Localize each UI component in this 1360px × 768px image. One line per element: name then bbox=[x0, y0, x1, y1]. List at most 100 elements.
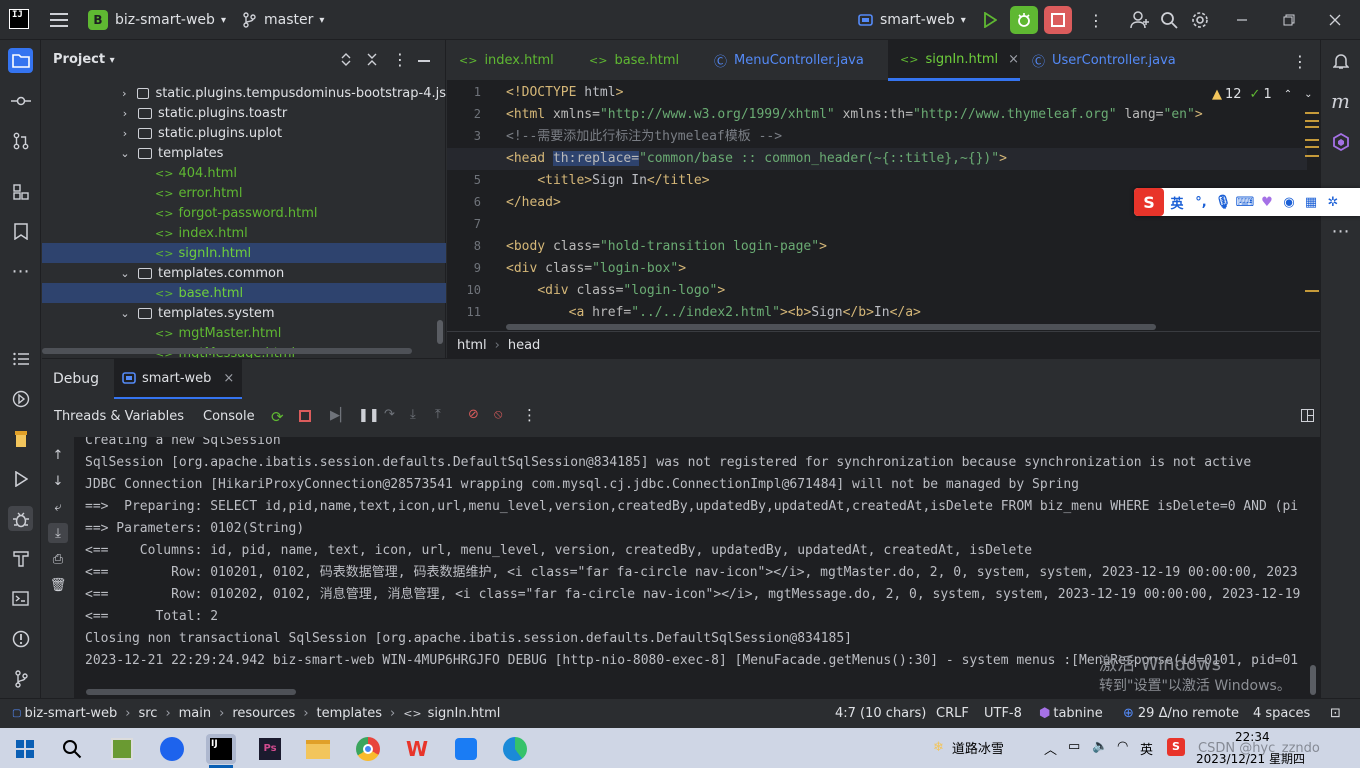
keyboard-icon[interactable]: ⌨ bbox=[1234, 191, 1256, 213]
print-icon[interactable]: ⎙ bbox=[48, 549, 68, 569]
chevron-down-icon[interactable]: ⌄ bbox=[1304, 89, 1312, 100]
settings-button[interactable] bbox=[1191, 0, 1209, 40]
project-panel-header[interactable]: Project ▾ bbox=[53, 52, 115, 67]
scroll-down-icon[interactable]: ↓ bbox=[48, 471, 68, 491]
collapse-all-button[interactable] bbox=[366, 52, 378, 71]
debug-tool-button[interactable] bbox=[8, 506, 33, 531]
code-line[interactable]: <!--需要添加此行标注为thymeleaf模板 --> bbox=[506, 126, 782, 148]
chevron-down-icon[interactable]: ⌄ bbox=[118, 307, 132, 320]
main-menu-button[interactable] bbox=[50, 0, 68, 40]
close-tab-icon[interactable]: × bbox=[1008, 52, 1019, 67]
tree-folder[interactable]: ›static.plugins.tempusdominus-bootstrap-… bbox=[42, 83, 446, 103]
tree-file[interactable]: <>forgot-password.html bbox=[42, 203, 446, 223]
windows-start-button[interactable] bbox=[10, 734, 40, 764]
sogou-tray-icon[interactable]: S bbox=[1167, 738, 1185, 756]
chevron-down-icon[interactable]: ⌄ bbox=[118, 147, 132, 160]
editor-tab[interactable]: <>index.html bbox=[447, 40, 577, 81]
code-line[interactable]: <a href="../../index2.html"><b>Sign</b>I… bbox=[506, 302, 921, 324]
tray-ime-indicator[interactable]: 英 bbox=[1140, 739, 1153, 758]
console-horizontal-scrollbar[interactable] bbox=[86, 689, 296, 695]
punctuation-icon[interactable]: °, bbox=[1190, 191, 1212, 213]
tree-folder[interactable]: ⌄templates.system bbox=[42, 303, 446, 323]
editor-tab[interactable]: ⒸUserController.java bbox=[1020, 40, 1170, 81]
taskbar-edge[interactable] bbox=[500, 734, 530, 764]
commit-tool-button[interactable] bbox=[8, 88, 33, 113]
tree-folder[interactable]: ⌄templates.common bbox=[42, 263, 446, 283]
tree-folder[interactable]: ⌄templates bbox=[42, 143, 446, 163]
notifications-button[interactable] bbox=[1328, 48, 1353, 73]
ime-toolbar[interactable]: S 英 °, 🎙 ⌨ ♥ ◉ ▦ ✲ bbox=[1134, 188, 1360, 216]
scroll-to-end-icon[interactable]: ⤓ bbox=[48, 523, 68, 543]
rerun-icon[interactable]: ⟳ bbox=[271, 408, 284, 426]
stop-button[interactable] bbox=[1044, 6, 1072, 34]
vcs-status[interactable]: ⊕29 Δ/no remote bbox=[1123, 699, 1239, 728]
tree-vertical-scrollbar[interactable] bbox=[437, 320, 443, 344]
debug-session-tab[interactable]: smart-web × bbox=[114, 359, 242, 399]
tree-file[interactable]: <>base.html bbox=[42, 283, 446, 303]
nav-path-item[interactable]: main bbox=[179, 706, 211, 721]
console-vertical-scrollbar[interactable] bbox=[1310, 665, 1316, 695]
taskbar-app-chart[interactable] bbox=[107, 734, 137, 764]
line-separator[interactable]: CRLF bbox=[936, 699, 969, 728]
console-tab[interactable]: Console bbox=[203, 409, 255, 424]
resume-icon[interactable]: ▶▏ bbox=[330, 408, 350, 423]
layout-settings-icon[interactable] bbox=[1301, 409, 1314, 426]
run-tool-button[interactable] bbox=[8, 466, 33, 491]
battery-icon[interactable]: ▭ bbox=[1068, 739, 1080, 754]
scroll-up-icon[interactable]: ↑ bbox=[48, 445, 68, 465]
step-over-icon[interactable]: ↷ bbox=[384, 407, 395, 422]
git-tool-button[interactable] bbox=[8, 666, 33, 691]
minimize-button[interactable] bbox=[1236, 0, 1248, 40]
rerun-debug-button[interactable] bbox=[1010, 6, 1038, 34]
ime-lang-toggle[interactable]: 英 bbox=[1164, 191, 1190, 213]
pull-requests-tool-button[interactable] bbox=[8, 128, 33, 153]
more-tools-button[interactable]: ⋯ bbox=[8, 259, 33, 284]
code-line[interactable]: <div class="login-logo"> bbox=[506, 280, 725, 302]
close-window-button[interactable] bbox=[1329, 0, 1341, 40]
editor-tab[interactable]: ⒸMenuController.java bbox=[702, 40, 888, 81]
taskbar-file-explorer[interactable] bbox=[303, 734, 333, 764]
step-into-icon[interactable]: ⤓ bbox=[410, 407, 416, 422]
search-button[interactable] bbox=[1160, 0, 1178, 40]
threads-variables-tab[interactable]: Threads & Variables bbox=[54, 409, 184, 424]
view-breakpoints-icon[interactable]: ⊘ bbox=[468, 407, 479, 422]
file-encoding[interactable]: UTF-8 bbox=[984, 699, 1022, 728]
taskbar-app-ps[interactable]: Ps bbox=[255, 734, 285, 764]
editor-tab[interactable]: <>base.html bbox=[577, 40, 702, 81]
more-actions-button[interactable]: ⋮ bbox=[1088, 0, 1104, 40]
taskbar-chrome[interactable] bbox=[353, 734, 383, 764]
project-widget[interactable]: B biz-smart-web ▾ bbox=[88, 0, 226, 40]
services-tool-button[interactable] bbox=[8, 386, 33, 411]
close-icon[interactable]: × bbox=[223, 371, 234, 386]
pause-icon[interactable]: ❚❚ bbox=[358, 408, 380, 423]
tab-options-button[interactable]: ⋮ bbox=[1292, 52, 1308, 71]
chevron-up-icon[interactable]: ⌃ bbox=[1284, 89, 1292, 100]
project-options-button[interactable]: ⋮ bbox=[392, 50, 408, 69]
chevron-right-icon[interactable]: › bbox=[118, 107, 132, 120]
more-tools-right-button[interactable]: ⋯ bbox=[1328, 219, 1353, 244]
tree-folder[interactable]: ›static.plugins.uplot bbox=[42, 123, 446, 143]
editor-horizontal-scrollbar[interactable] bbox=[506, 324, 1156, 330]
build-tool-button[interactable] bbox=[8, 546, 33, 571]
restore-button[interactable] bbox=[1283, 0, 1295, 40]
volume-icon[interactable]: 🔈 bbox=[1092, 739, 1108, 754]
tree-file[interactable]: <>index.html bbox=[42, 223, 446, 243]
tree-file[interactable]: <>404.html bbox=[42, 163, 446, 183]
expand-all-button[interactable] bbox=[340, 52, 352, 71]
nav-path-item[interactable]: signIn.html bbox=[428, 706, 501, 721]
taskbar-app-docker[interactable] bbox=[157, 734, 187, 764]
caret-position[interactable]: 4:7 (10 chars) bbox=[835, 699, 926, 728]
run-config-selector[interactable]: smart-web ▾ bbox=[858, 0, 966, 40]
tray-chevron-up-icon[interactable]: ︿ bbox=[1044, 739, 1057, 758]
todo-tool-button[interactable] bbox=[8, 346, 33, 371]
microphone-icon[interactable]: 🎙 bbox=[1212, 191, 1234, 213]
taskbar-search-button[interactable] bbox=[57, 734, 87, 764]
code-line[interactable]: <head th:replace="common/base :: common_… bbox=[506, 148, 1007, 170]
nav-path-item[interactable]: templates bbox=[317, 706, 382, 721]
inspection-widget[interactable]: ▲ 12 ✓ 1 ⌃ ⌄ bbox=[1212, 87, 1313, 102]
trash-icon[interactable]: 🗑 bbox=[48, 575, 68, 595]
problems-tool-button[interactable] bbox=[8, 626, 33, 651]
weather-widget[interactable]: ❄道路冰雪 bbox=[933, 738, 1004, 757]
taskbar-feishu[interactable] bbox=[451, 734, 481, 764]
nav-path-item[interactable]: resources bbox=[232, 706, 295, 721]
